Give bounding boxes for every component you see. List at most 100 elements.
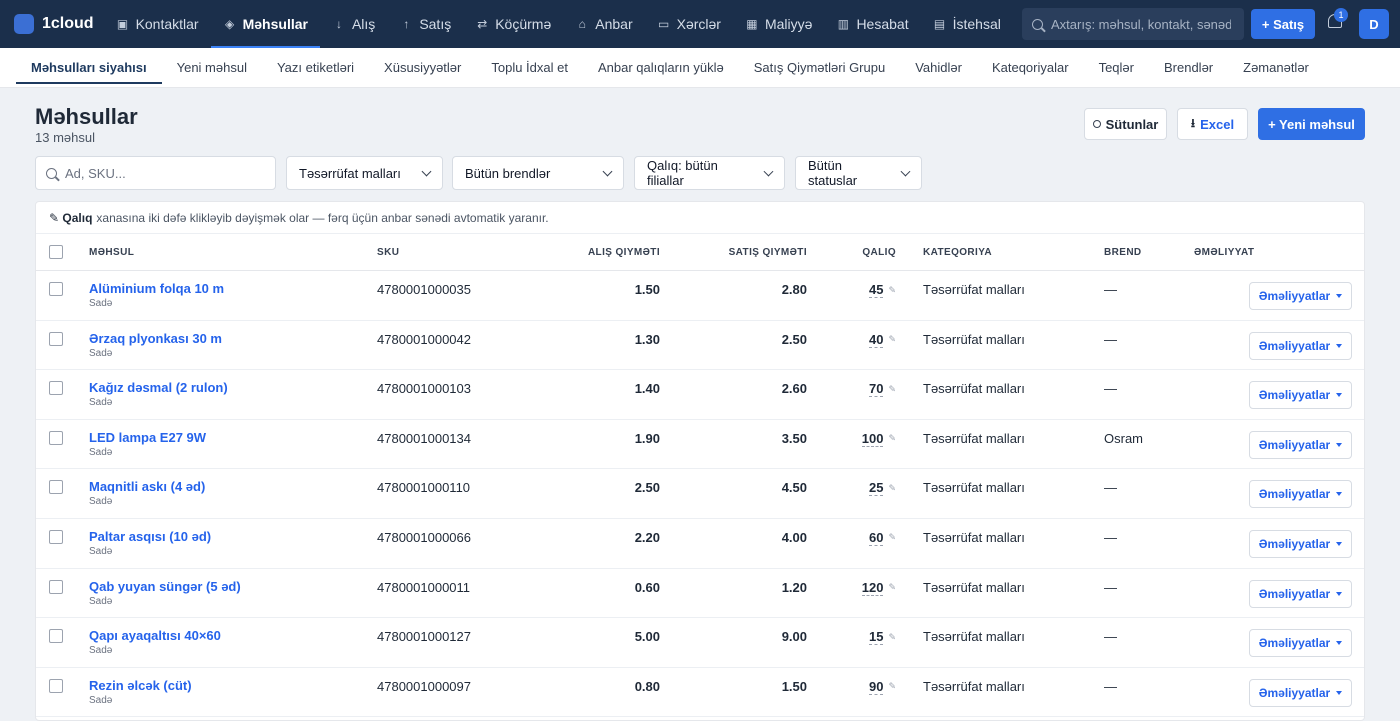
header-category[interactable]: Kateqoriya [923,247,992,258]
subnav-item-1[interactable]: Yeni məhsul [162,48,262,88]
global-search-input[interactable] [1051,16,1231,32]
nav-item-8[interactable]: ▥ Hesabat [824,0,920,48]
stock-cell[interactable]: 15 ✎ [868,629,896,646]
stock-cell[interactable]: 60 ✎ [868,530,896,546]
nav-item-label: İstehsal [952,16,1001,32]
row-checkbox[interactable] [49,282,63,296]
caret-down-icon [1336,343,1343,348]
nav-item-6[interactable]: ▭ Xərclər [645,0,733,48]
product-brand: Osram [1104,430,1143,446]
subnav-item-4[interactable]: Toplu İdxal et [476,48,583,88]
category-filter[interactable]: Təsərrüfat malları [286,156,443,190]
stock-cell[interactable]: 45 ✎ [868,282,896,298]
subnav-item-5[interactable]: Anbar qalıqların yüklə [583,48,739,88]
row-actions-button[interactable]: Əməliyyatlar [1249,579,1352,608]
brand-logo-icon [14,14,34,34]
header-stock[interactable]: Qalıq [862,247,896,258]
subnav-item-11[interactable]: Zəmanətlər [1228,48,1324,88]
buy-price: 1.90 [634,430,660,446]
columns-button[interactable]: Sütunlar [1084,108,1167,140]
new-product-button[interactable]: + Yeni məhsul [1258,108,1365,140]
quick-sale-button[interactable]: + Satış [1251,9,1315,39]
subnav-item-6[interactable]: Satış Qiymətləri Grupu [739,48,901,88]
columns-button-label: Sütunlar [1105,116,1159,132]
nav-item-1[interactable]: ◈ Məhsullar [210,0,321,48]
row-actions-button[interactable]: Əməliyyatlar [1249,629,1352,658]
nav-item-9[interactable]: ▤ İstehsal [921,0,1013,48]
product-name-link[interactable]: Rezin əlcək (cüt) [89,678,192,693]
stock-cell[interactable]: 40 ✎ [868,332,896,348]
stock-cell[interactable]: 25 ✎ [868,480,896,497]
product-name-link[interactable]: Ərzaq plyonkası 30 m [89,331,222,346]
header-sell-price[interactable]: Satış qiyməti [729,247,807,258]
row-actions-button[interactable]: Əməliyyatlar [1249,381,1352,410]
header-brand[interactable]: Brend [1104,247,1142,258]
row-actions-label: Əməliyyatlar [1258,388,1331,403]
row-actions-button[interactable]: Əməliyyatlar [1249,678,1352,707]
product-name-link[interactable]: LED lampa E27 9W [89,430,206,445]
subnav-item-10[interactable]: Brendlər [1149,48,1228,88]
product-name-link[interactable]: Qab yuyan süngər (5 əd) [89,579,241,594]
brand[interactable]: 1cloud [14,14,94,34]
stock-value: 25 [868,480,884,497]
row-checkbox[interactable] [49,331,63,346]
brand-filter[interactable]: Bütün brendlər [452,156,624,190]
subnav-item-3[interactable]: Xüsusiyyətlər [369,48,476,88]
row-checkbox[interactable] [49,529,63,544]
stock-filter-value: Qalıq: bütün filiallar [647,158,718,188]
row-checkbox[interactable] [49,430,63,445]
contacts-icon: ▣ [116,17,129,31]
header-buy-price[interactable]: Alış qiyməti [588,247,660,258]
nav-item-0[interactable]: ▣ Kontaktlar [104,0,211,48]
stock-cell[interactable]: 90 ✎ [868,679,896,695]
nav-item-3[interactable]: ↑ Satış [387,0,463,48]
stock-cell[interactable]: 120 ✎ [861,580,896,596]
stock-cell[interactable]: 100 ✎ [861,431,896,447]
header-sku[interactable]: SKU [377,247,399,258]
row-checkbox[interactable] [49,629,63,644]
nav-item-4[interactable]: ⇄ Köçürmə [463,0,563,48]
nav-item-2[interactable]: ↓ Alış [320,0,387,48]
nav-item-label: Satış [419,16,452,32]
status-filter[interactable]: Bütün statuslar [795,156,922,190]
report-icon: ▥ [837,17,850,31]
subnav-item-2[interactable]: Yazı etiketləri [262,48,369,88]
subnav-item-7[interactable]: Vahidlər [900,48,977,88]
row-checkbox[interactable] [49,579,63,594]
product-name-link[interactable]: Kağız dəsmal (2 rulon) [89,380,228,395]
subnav-item-0[interactable]: Məhsulları siyahısı [16,48,162,88]
excel-export-button[interactable]: ⭳ Excel [1177,108,1248,140]
subnav-item-8[interactable]: Kateqoriyalar [977,48,1084,88]
product-sku: 4780001000103 [377,381,471,397]
pencil-icon: ✎ [888,631,896,642]
caret-down-icon [1336,294,1343,298]
row-checkbox[interactable] [49,480,63,495]
select-all-checkbox[interactable] [49,245,63,259]
buy-price: 2.20 [634,529,660,545]
table-body: Alüminium folqa 10 m Sadə 4780001000035 1.5… [36,271,1364,718]
row-checkbox[interactable] [49,381,63,396]
hint-label: ✎ Qalıq [49,210,93,225]
nav-item-7[interactable]: ▦ Maliyyə [733,0,824,48]
row-actions-button[interactable]: Əməliyyatlar [1249,480,1352,509]
nav-item-5[interactable]: ⌂ Anbar [563,0,644,48]
product-name-link[interactable]: Alüminium folqa 10 m [89,281,224,296]
product-type: Sadə [89,595,113,607]
row-actions-button[interactable]: Əməliyyatlar [1249,430,1352,459]
product-name-link[interactable]: Qapı ayaqaltısı 40×60 [89,628,221,643]
product-sku: 4780001000011 [377,579,471,595]
product-search-input[interactable] [65,165,265,181]
header-product[interactable]: Məhsul [89,247,134,258]
stock-cell[interactable]: 70 ✎ [868,381,896,398]
user-avatar[interactable]: D [1359,9,1389,39]
row-actions-button[interactable]: Əməliyyatlar [1249,282,1352,310]
notifications-button[interactable]: 1 [1326,8,1348,34]
product-name-link[interactable]: Paltar asqısı (10 əd) [89,529,211,544]
product-name-link[interactable]: Maqnitli askı (4 əd) [89,479,205,494]
row-actions-button[interactable]: Əməliyyatlar [1249,529,1352,558]
subnav-item-9[interactable]: Teqlər [1084,48,1149,88]
row-actions-button[interactable]: Əməliyyatlar [1249,331,1352,360]
stock-filter[interactable]: Qalıq: bütün filiallar [634,156,785,190]
stock-edit-hint: ✎ Qalıq xanasına iki dəfə klikləyib dəyi… [36,202,1364,234]
row-checkbox[interactable] [49,678,63,693]
